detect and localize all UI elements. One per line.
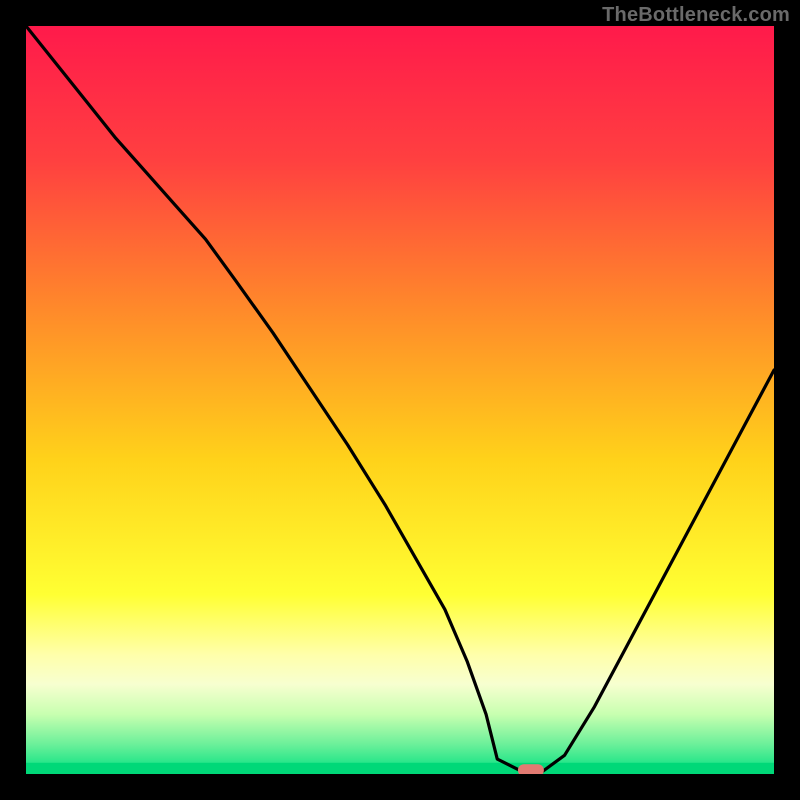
watermark-text: TheBottleneck.com xyxy=(602,4,790,27)
plot-area xyxy=(26,26,774,774)
bottom-green-band xyxy=(26,763,774,774)
gradient-background xyxy=(26,26,774,774)
chart-svg xyxy=(26,26,774,774)
chart-frame: TheBottleneck.com xyxy=(0,0,800,800)
optimal-marker xyxy=(518,764,544,774)
